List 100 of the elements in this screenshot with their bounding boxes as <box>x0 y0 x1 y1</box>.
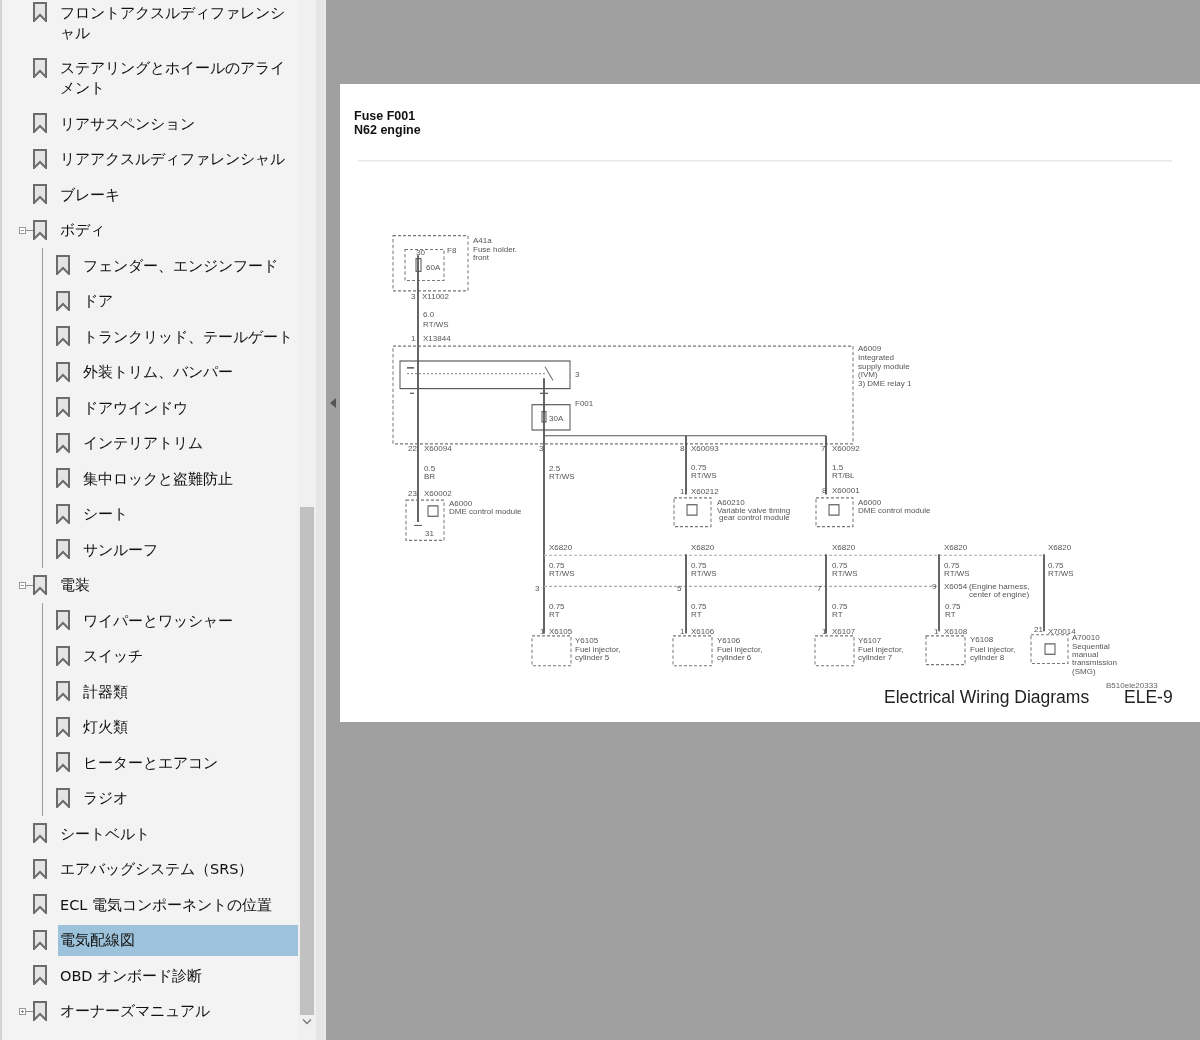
bookmark-item[interactable]: エアバッグシステム（SRS） <box>58 853 298 885</box>
diagram-label: X6820 <box>944 542 968 552</box>
bookmark-item[interactable]: インテリアトリム <box>81 427 298 459</box>
bookmark-icon <box>55 255 71 276</box>
bookmark-item[interactable]: ボディ <box>58 214 298 246</box>
bookmark-icon <box>32 965 48 986</box>
diagram-label: 3 <box>535 584 540 593</box>
diagram-label: A70010 <box>1072 633 1100 643</box>
tree-toggle[interactable] <box>19 226 33 235</box>
bookmark-icon <box>55 468 71 489</box>
bookmark-item[interactable]: OBD オンボード診断 <box>58 960 298 992</box>
diagram-label: 7 <box>817 584 822 593</box>
diagram-label: 1 <box>411 334 416 344</box>
diagram-label: 0.75 <box>549 561 565 570</box>
diagram-label: 0.75 <box>691 463 707 473</box>
scrollbar-thumb[interactable] <box>300 507 314 1015</box>
diagram-label: 1 <box>680 626 685 636</box>
diagram-label: Y6105 <box>575 635 599 645</box>
diagram-label: RT/WS <box>549 569 575 578</box>
diagram-label: Fuel injector, <box>858 644 904 654</box>
diagram-label: Fuel injector, <box>970 644 1016 654</box>
bookmark-item[interactable]: サンルーフ <box>81 534 298 566</box>
diagram-label: (Engine harness, <box>969 581 1030 591</box>
diagram-label: Fuel injector, <box>575 644 621 654</box>
bookmark-icon <box>55 716 71 737</box>
bookmark-item[interactable]: フェンダー、エンジンフード <box>81 250 298 282</box>
diagram-label: F8 <box>447 245 457 255</box>
diagram-label: F001 <box>575 398 594 408</box>
bookmark-item[interactable]: ブレーキ <box>58 179 298 211</box>
bookmark-item[interactable]: オーナーズマニュアル <box>58 995 298 1027</box>
bookmark-item[interactable]: ドアウインドウ <box>81 392 298 424</box>
bookmark-item[interactable]: ドア <box>81 285 298 317</box>
diagram-title: N62 engine <box>354 123 421 137</box>
scroll-down-icon[interactable] <box>302 1018 312 1025</box>
tree-toggle[interactable] <box>19 581 33 590</box>
diagram-label: (SMG) <box>1072 666 1096 676</box>
bookmark-item[interactable]: スイッチ <box>81 640 298 672</box>
diagram-label: RT <box>832 610 843 620</box>
bookmark-item[interactable]: リアアクスルディファレンシャル <box>58 143 298 175</box>
bookmark-icon <box>32 184 48 205</box>
diagram-label: RT/WS <box>832 569 858 578</box>
bookmark-icon <box>55 326 71 347</box>
bookmark-icon <box>32 219 48 240</box>
diagram-label: 60A <box>426 263 441 273</box>
diagram-label: A41a <box>473 235 492 245</box>
diagram-label: 3 <box>411 291 416 301</box>
bookmark-item[interactable]: シートベルト <box>58 818 298 850</box>
bookmark-icon <box>32 823 48 844</box>
diagram-label: DME control module <box>858 505 931 515</box>
bookmark-item[interactable]: 集中ロックと盗難防止 <box>81 463 298 495</box>
bookmark-item[interactable]: 灯火類 <box>81 711 298 743</box>
bookmark-item[interactable]: ヒーターとエアコン <box>81 747 298 779</box>
diagram-label: RT/WS <box>691 569 717 578</box>
diagram-label: A6009 <box>858 343 882 353</box>
diagram-label: RT/WS <box>944 569 970 578</box>
diagram-label: 1.5 <box>832 463 844 473</box>
diagram-label: 5 <box>677 584 682 593</box>
diagram-label: 1 <box>540 626 545 636</box>
diagram-label: cylinder 5 <box>575 653 610 662</box>
tree-toggle[interactable] <box>19 1007 33 1016</box>
bookmark-item[interactable]: ワイパーとワッシャー <box>81 605 298 637</box>
bookmark-item[interactable]: シート <box>81 498 298 530</box>
diagram-label: 0.75 <box>832 561 848 570</box>
bookmark-icon <box>55 290 71 311</box>
page-number: ELE-9 <box>1124 687 1173 707</box>
diagram-label: Sequential <box>1072 641 1110 651</box>
diagram-label: cylinder 6 <box>717 653 752 662</box>
diagram-label: (IVM) <box>858 370 878 380</box>
diagram-label: 3 <box>539 443 544 453</box>
diagram-label: cylinder 8 <box>970 653 1005 662</box>
bookmark-icon <box>32 574 48 595</box>
bookmark-item[interactable]: ECL 電気コンポーネントの位置 <box>58 889 298 921</box>
diagram-label: 22 <box>408 443 417 453</box>
bookmark-item[interactable]: フロントアクスルディファレンシャル <box>58 0 298 49</box>
diagram-label: A60210 <box>717 497 745 507</box>
bookmark-item[interactable]: 電装 <box>58 569 298 601</box>
bookmark-item[interactable]: 電気配線図 <box>58 924 298 956</box>
diagram-label: RT <box>691 610 702 620</box>
bookmark-item[interactable]: ラジオ <box>81 782 298 814</box>
bookmark-icon <box>32 858 48 879</box>
diagram-label: transmission <box>1072 657 1117 667</box>
bookmark-item[interactable]: トランクリッド、テールゲート <box>81 321 298 353</box>
bookmark-item[interactable]: リアサスペンション <box>58 108 298 140</box>
diagram-label: Y6107 <box>858 635 882 645</box>
diagram-label: X6106 <box>691 626 715 636</box>
diagram-label: X6054 <box>944 581 968 591</box>
bookmark-icon <box>55 645 71 666</box>
bookmark-icon <box>32 113 48 134</box>
diagram-label: supply module <box>858 362 910 371</box>
diagram-label: X60094 <box>424 443 452 453</box>
collapse-panel-icon[interactable] <box>330 398 336 408</box>
diagram-label: Fuse holder. <box>473 244 518 254</box>
bookmark-item[interactable]: 計器類 <box>81 676 298 708</box>
diagram-label: 0.75 <box>691 561 707 570</box>
diagram-label: X60212 <box>691 487 719 497</box>
bookmark-item[interactable]: ステアリングとホイールのアライメント <box>58 52 298 104</box>
diagram-label: X60092 <box>832 443 860 453</box>
diagram-label: Y6106 <box>717 635 741 645</box>
diagram-label: X6108 <box>944 626 968 636</box>
bookmark-item[interactable]: 外装トリム、バンパー <box>81 356 298 388</box>
